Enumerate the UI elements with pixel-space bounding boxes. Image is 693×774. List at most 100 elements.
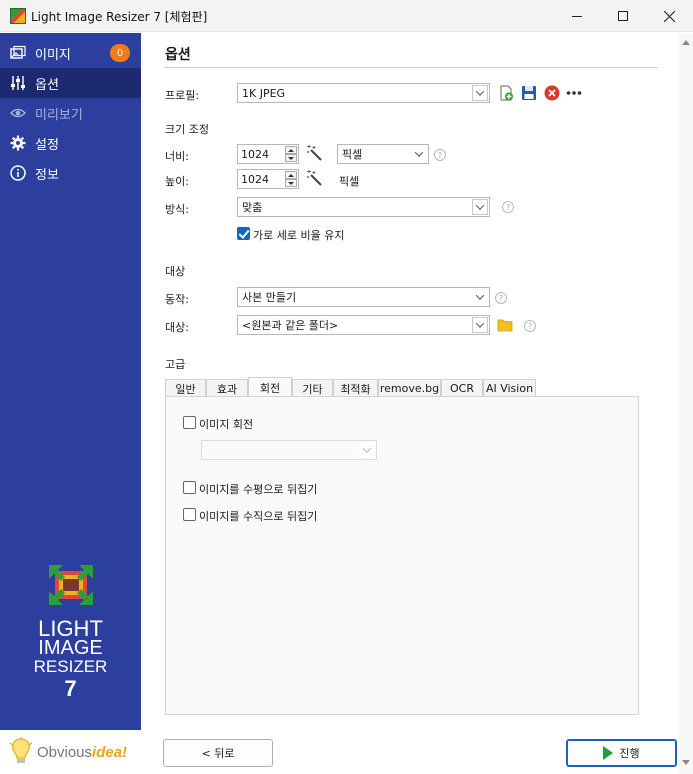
rotate-tab-panel: 이미지 회전 이미지를 수평으로 뒤집기 이미지를 수직으로 뒤집기 xyxy=(165,396,639,715)
decrement-icon[interactable] xyxy=(285,154,297,162)
flip-horizontal-checkbox[interactable] xyxy=(183,481,196,494)
options-panel: 옵션 프로필: 1K JPEG 크기 조정 너비: 1024 픽셀 ? 높이: … xyxy=(141,33,693,774)
run-button[interactable]: 진행 xyxy=(566,739,677,767)
app-icon xyxy=(10,8,26,24)
profile-select[interactable]: 1K JPEG xyxy=(237,83,490,103)
help-icon[interactable]: ? xyxy=(502,201,514,213)
width-unit-value: 픽셀 xyxy=(342,148,363,161)
section-resize: 크기 조정 xyxy=(165,123,209,136)
gear-icon xyxy=(10,135,26,151)
page-title: 옵션 xyxy=(165,47,191,63)
tab-general[interactable]: 일반 xyxy=(165,379,206,397)
help-icon[interactable]: ? xyxy=(434,149,446,161)
close-button[interactable] xyxy=(646,0,692,32)
close-icon xyxy=(663,10,675,22)
chevron-down-icon xyxy=(359,442,375,458)
tab-ai-vision[interactable]: AI Vision xyxy=(483,379,536,397)
tab-rotate[interactable]: 회전 xyxy=(248,377,292,398)
tab-removebg[interactable]: remove.bg xyxy=(378,379,441,397)
sidebar-item-options[interactable]: 옵션 xyxy=(0,68,141,98)
chevron-down-icon xyxy=(472,199,488,215)
scrollbar[interactable] xyxy=(679,33,693,774)
sidebar-item-settings[interactable]: 설정 xyxy=(0,128,141,158)
rotate-checkbox[interactable] xyxy=(183,416,196,429)
flip-vertical-checkbox[interactable] xyxy=(183,508,196,521)
chevron-down-icon xyxy=(472,289,488,305)
run-button-label: 진행 xyxy=(619,747,640,760)
keep-ratio-label: 가로 세로 비율 유지 xyxy=(253,229,345,242)
save-icon[interactable] xyxy=(521,85,537,101)
width-stepper[interactable] xyxy=(285,146,297,162)
lightbulb-icon xyxy=(9,737,33,763)
sidebar-item-label: 미리보기 xyxy=(35,107,83,123)
resize-mode-value: 맞춤 xyxy=(242,201,263,214)
action-select[interactable]: 사본 만들기 xyxy=(237,287,490,307)
window-title: Light Image Resizer 7 [체험판] xyxy=(31,10,208,24)
sidebar-item-preview[interactable]: 미리보기 xyxy=(0,98,141,128)
folder-icon[interactable] xyxy=(497,317,513,333)
help-icon[interactable]: ? xyxy=(524,320,536,332)
divider xyxy=(164,67,658,68)
delete-profile-icon[interactable] xyxy=(544,85,560,101)
tab-effects[interactable]: 효과 xyxy=(206,379,248,397)
destination-label: 대상: xyxy=(165,321,189,334)
keep-ratio-checkbox[interactable] xyxy=(237,227,250,240)
sidebar-item-label: 정보 xyxy=(35,167,59,183)
brand-part: idea! xyxy=(92,743,128,761)
logo-text-line: 7 xyxy=(64,676,77,701)
maximize-icon xyxy=(618,11,628,21)
sidebar-item-label: 설정 xyxy=(35,137,59,153)
height-input[interactable]: 1024 xyxy=(237,169,299,189)
add-profile-icon[interactable] xyxy=(498,85,514,101)
maximize-button[interactable] xyxy=(600,0,646,32)
tab-optimize[interactable]: 최적화 xyxy=(333,379,378,397)
profile-label: 프로필: xyxy=(165,89,200,102)
rotate-angle-select[interactable] xyxy=(201,440,377,460)
flip-horizontal-label: 이미지를 수평으로 뒤집기 xyxy=(199,483,318,496)
back-button[interactable]: < 뒤로 xyxy=(163,739,273,767)
brand-part: Obvious xyxy=(37,743,93,761)
sliders-icon xyxy=(10,75,26,91)
magic-wand-icon[interactable] xyxy=(306,169,324,187)
chevron-down-icon xyxy=(411,146,427,162)
width-input[interactable]: 1024 xyxy=(237,144,299,164)
more-options-icon[interactable] xyxy=(566,85,582,101)
destination-select[interactable]: <원본과 같은 폴더> xyxy=(237,315,490,335)
chevron-down-icon xyxy=(472,317,488,333)
height-label: 높이: xyxy=(165,175,189,188)
minimize-icon xyxy=(572,15,582,17)
increment-icon[interactable] xyxy=(285,171,297,179)
scroll-down-icon[interactable] xyxy=(682,760,690,765)
tab-other[interactable]: 기타 xyxy=(292,379,333,397)
height-stepper[interactable] xyxy=(285,171,297,187)
mode-label: 방식: xyxy=(165,203,189,216)
sidebar-item-about[interactable]: 정보 xyxy=(0,158,141,188)
eye-icon xyxy=(10,105,26,121)
sidebar: 이미지 0 옵션 미리보기 설정 정보 LIGHT IMAGE RESIZER … xyxy=(0,33,141,774)
help-icon[interactable]: ? xyxy=(495,292,507,304)
scroll-up-icon[interactable] xyxy=(682,40,690,45)
brand-strip[interactable]: Obviousidea! xyxy=(0,730,141,774)
sidebar-item-images[interactable]: 이미지 0 xyxy=(0,38,141,68)
chevron-down-icon xyxy=(472,85,488,101)
width-unit-select[interactable]: 픽셀 xyxy=(337,144,429,164)
brand-name: Obviousidea! xyxy=(37,744,127,761)
flip-vertical-label: 이미지를 수직으로 뒤집기 xyxy=(199,510,318,523)
app-logo-icon xyxy=(49,565,93,605)
section-target: 대상 xyxy=(165,265,186,278)
increment-icon[interactable] xyxy=(285,146,297,154)
width-label: 너비: xyxy=(165,150,189,163)
resize-mode-select[interactable]: 맞춤 xyxy=(237,197,490,217)
tab-ocr[interactable]: OCR xyxy=(441,379,483,397)
images-icon xyxy=(10,45,26,61)
width-value: 1024 xyxy=(241,147,269,161)
sidebar-item-label: 옵션 xyxy=(35,77,59,93)
decrement-icon[interactable] xyxy=(285,179,297,187)
magic-wand-icon[interactable] xyxy=(306,144,324,162)
rotate-label: 이미지 회전 xyxy=(199,418,254,431)
minimize-button[interactable] xyxy=(554,0,600,32)
sidebar-item-label: 이미지 xyxy=(35,47,71,63)
destination-value: <원본과 같은 폴더> xyxy=(242,319,339,332)
height-value: 1024 xyxy=(241,172,269,186)
title-bar: Light Image Resizer 7 [체험판] xyxy=(0,0,693,32)
